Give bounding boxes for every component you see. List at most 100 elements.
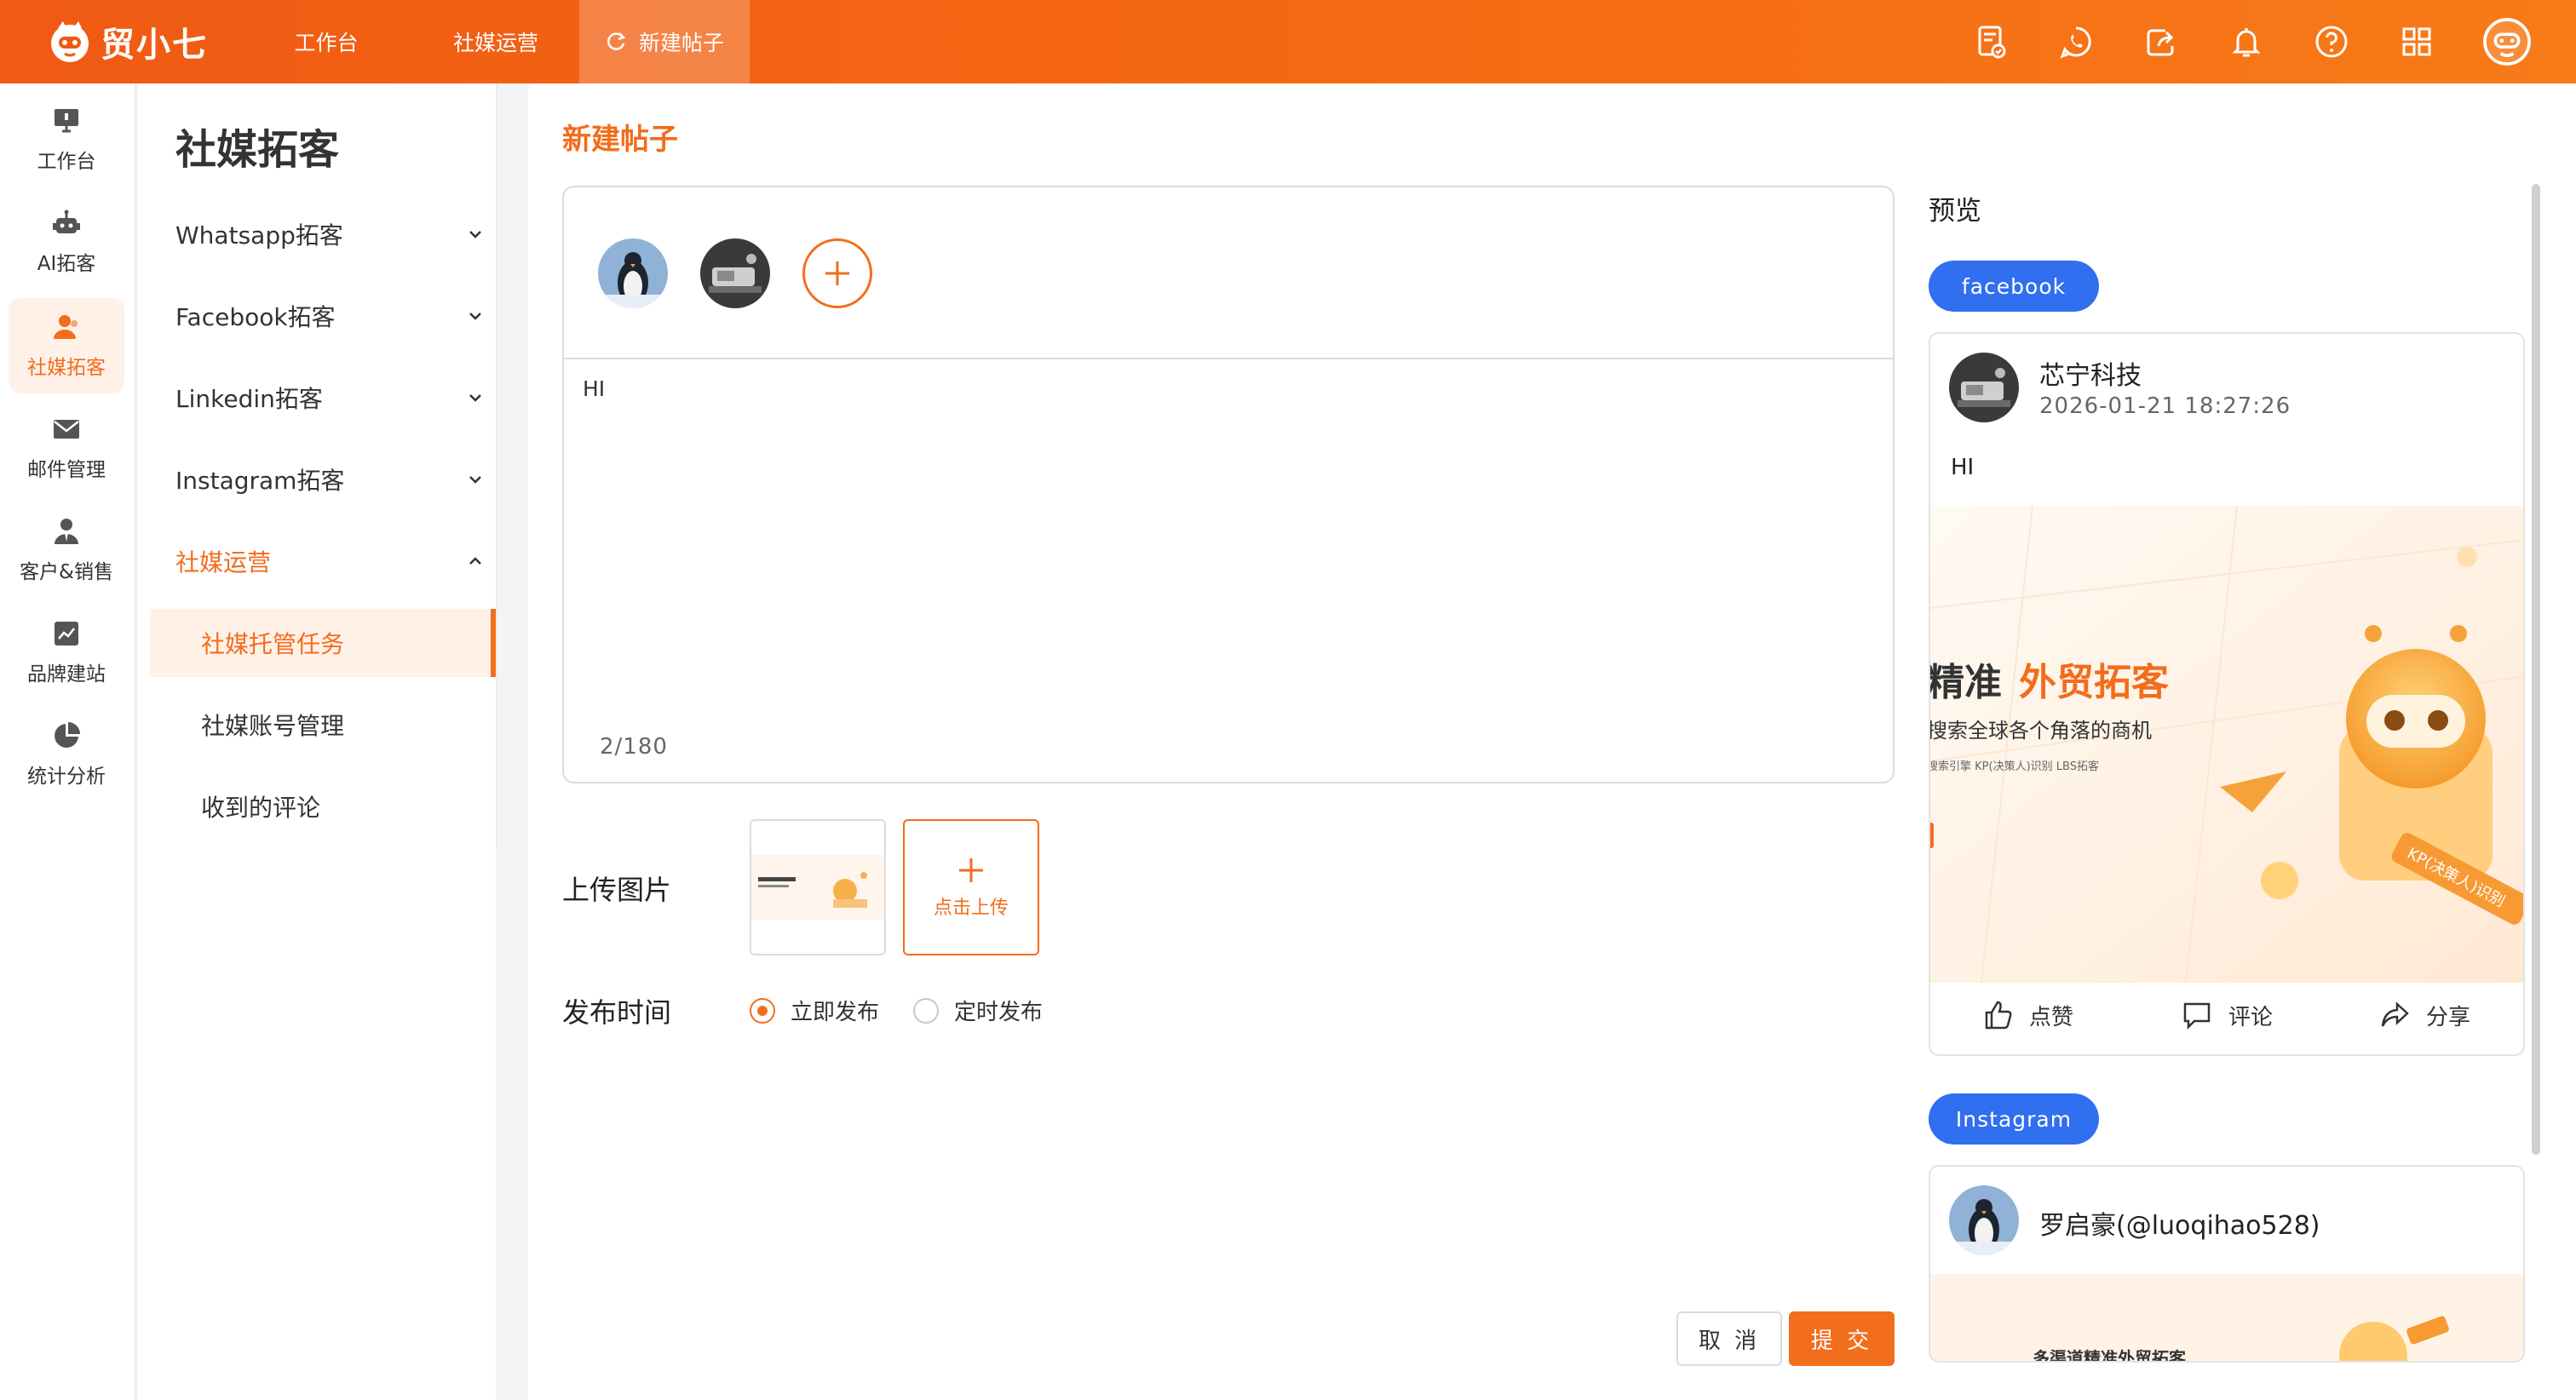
secondary-menu: 社媒拓客 Whatsapp拓客 Facebook拓客 Linkedin拓客 In… xyxy=(138,83,496,1400)
rail-item-site[interactable]: 品牌建站 xyxy=(9,605,124,700)
chevron-down-icon xyxy=(469,476,481,484)
account-avatar-penguin[interactable] xyxy=(598,238,668,308)
post-actions: 点赞 评论 分享 xyxy=(1930,990,2523,1041)
document-check-icon[interactable] xyxy=(1969,20,2012,63)
thumbs-up-icon xyxy=(1985,1001,2012,1030)
comment-label: 评论 xyxy=(2228,1004,2274,1030)
menu-item-label: Linkedin拓客 xyxy=(175,385,323,413)
rail-label: 客户&销售 xyxy=(20,561,113,583)
facebook-preview-card: 芯宁科技 2026-01-21 18:27:26 HI 精准 外贸拓客 搜索全球… xyxy=(1929,332,2525,1056)
facebook-tag: facebook xyxy=(1929,261,2099,312)
share-label: 分享 xyxy=(2426,1004,2471,1030)
whatsapp-icon[interactable] xyxy=(2055,20,2097,63)
rail-label: 邮件管理 xyxy=(27,459,106,481)
banner-title-b: 外贸拓客 xyxy=(2019,661,2169,704)
radio-label: 立即发布 xyxy=(791,1000,880,1025)
rail-item-ai[interactable]: AI拓客 xyxy=(9,194,124,290)
menu-item-label: Whatsapp拓客 xyxy=(175,221,343,250)
rail-item-workbench[interactable]: 工作台 xyxy=(9,92,124,187)
pie-chart-icon xyxy=(55,722,80,748)
bell-icon[interactable] xyxy=(2225,20,2268,63)
rail-label: 品牌建站 xyxy=(27,663,106,686)
plus-icon xyxy=(825,261,849,285)
user-avatar-icon[interactable] xyxy=(2481,15,2533,68)
sub-item-label: 收到的评论 xyxy=(201,794,321,822)
char-counter: 2/180 xyxy=(600,734,668,760)
banner-subtitle: 搜索全球各个角落的商机 xyxy=(1930,719,2152,743)
preview-scrollbar[interactable] xyxy=(2532,184,2540,1155)
post-content-input[interactable]: HI xyxy=(583,376,1869,700)
sub-item-comments[interactable]: 收到的评论 xyxy=(150,772,496,841)
post-time: 2026-01-21 18:27:26 xyxy=(2039,393,2291,419)
add-account-button[interactable] xyxy=(802,238,872,308)
chevron-up-icon xyxy=(469,557,481,565)
radio-scheduled-publish[interactable]: 定时发布 xyxy=(913,995,1043,1026)
account-selector xyxy=(564,187,1893,359)
tab-social-ops-label: 社媒运营 xyxy=(452,31,538,55)
rail-item-customer[interactable]: 客户&销售 xyxy=(9,502,124,598)
share-icon xyxy=(2381,1001,2409,1027)
cancel-button[interactable]: 取 消 xyxy=(1676,1311,1782,1366)
comment-icon xyxy=(2183,1002,2211,1030)
refresh-icon[interactable] xyxy=(605,31,627,53)
page-title: 新建帖子 xyxy=(562,123,678,157)
preview-title: 预览 xyxy=(1929,196,1981,227)
rail-item-stats[interactable]: 统计分析 xyxy=(9,707,124,802)
rail-label: 统计分析 xyxy=(27,766,106,788)
click-upload-button[interactable]: 点击上传 xyxy=(903,819,1039,955)
app-name: 贸小七 xyxy=(101,26,208,65)
sub-item-account-mgmt[interactable]: 社媒账号管理 xyxy=(150,691,496,759)
people-icon xyxy=(54,315,78,339)
sub-item-label: 社媒托管任务 xyxy=(201,630,345,658)
publish-time-label: 发布时间 xyxy=(562,996,672,1029)
tab-workbench[interactable]: 工作台 xyxy=(273,0,380,83)
mail-icon xyxy=(54,420,79,439)
like-button[interactable]: 点赞 xyxy=(1981,999,2073,1031)
post-text: HI xyxy=(1951,455,1975,480)
main-panel: 新建帖子 HI 2/180 上传图片 点击上传 发布时间 立即发布 定时发布 取 xyxy=(528,83,2576,1400)
apps-grid-icon[interactable] xyxy=(2395,20,2438,63)
menu-divider xyxy=(496,83,497,850)
instagram-tag: Instagram xyxy=(1929,1093,2099,1145)
rail-label: 工作台 xyxy=(37,151,96,173)
chevron-down-icon xyxy=(469,394,481,402)
click-upload-label: 点击上传 xyxy=(933,898,1009,919)
account-avatar-tech[interactable] xyxy=(700,238,770,308)
uploaded-image-thumbnail[interactable] xyxy=(750,819,886,955)
tab-new-post-label: 新建帖子 xyxy=(638,31,724,55)
submit-button[interactable]: 提 交 xyxy=(1789,1311,1895,1366)
workbench-icon xyxy=(55,109,78,133)
avatar xyxy=(1949,353,2019,422)
banner-title-a: 精准 xyxy=(1930,661,2002,704)
share-export-icon[interactable] xyxy=(2140,20,2182,63)
tab-workbench-label: 工作台 xyxy=(294,31,359,55)
avatar xyxy=(1949,1185,2019,1255)
menu-title: 社媒拓客 xyxy=(175,126,340,174)
banner-tags: 搜索引擎 KP(决策人)识别 LBS拓客 xyxy=(1930,760,2099,773)
top-bar: 贸小七 工作台 社媒运营 新建帖子 xyxy=(0,0,2576,83)
radio-label: 定时发布 xyxy=(954,1000,1044,1025)
chart-site-icon xyxy=(55,622,78,645)
radio-dot xyxy=(750,997,775,1024)
tab-social-ops[interactable]: 社媒运营 xyxy=(440,0,552,83)
comment-button[interactable]: 评论 xyxy=(2181,999,2273,1031)
rail-item-mail[interactable]: 邮件管理 xyxy=(9,400,124,496)
app-logo[interactable]: 贸小七 xyxy=(46,15,208,68)
rail-label: 社媒拓客 xyxy=(27,357,106,379)
menu-item-label: Facebook拓客 xyxy=(175,303,336,331)
chevron-down-icon xyxy=(469,231,481,238)
plus-icon xyxy=(959,858,983,882)
post-banner-image: 精准 外贸拓客 搜索全球各个角落的商机 搜索引擎 KP(决策人)识别 LBS拓客… xyxy=(1930,506,2523,983)
share-button[interactable]: 分享 xyxy=(2378,999,2470,1031)
author-name: 罗启豪(@luoqihao528) xyxy=(2039,1211,2320,1241)
rail-item-social[interactable]: 社媒拓客 xyxy=(9,298,124,393)
tab-new-post[interactable]: 新建帖子 xyxy=(579,0,750,83)
like-label: 点赞 xyxy=(2029,1004,2074,1030)
help-icon[interactable] xyxy=(2310,20,2353,63)
radio-publish-now[interactable]: 立即发布 xyxy=(750,995,879,1026)
radio-dot xyxy=(913,997,939,1024)
sub-item-hosted-tasks[interactable]: 社媒托管任务 xyxy=(150,609,496,677)
logo-robot-icon xyxy=(51,21,89,62)
sub-item-label: 社媒账号管理 xyxy=(201,712,345,740)
robot-icon xyxy=(53,209,80,233)
